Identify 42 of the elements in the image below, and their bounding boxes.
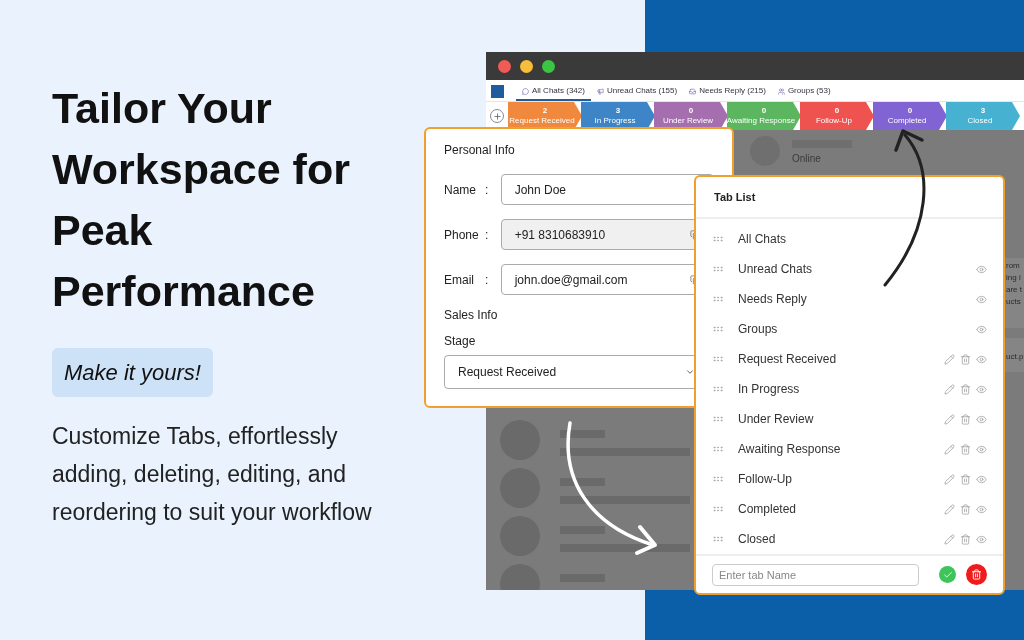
tab-name: Unread Chats <box>738 261 814 278</box>
tab-name: Request Received <box>738 351 838 368</box>
tab-list-item[interactable]: Follow-Up <box>696 464 1003 494</box>
field-label: Name <box>444 181 477 199</box>
tab-name: Awaiting Response <box>738 441 842 458</box>
tab-name: Under Review <box>738 411 815 428</box>
chat-status: Online <box>792 152 821 166</box>
stage-tab[interactable]: 3 In Progress <box>581 102 655 130</box>
description: Customize Tabs, effortlessly adding, deleting, editing, and reordering to suit your workflow <box>52 422 373 527</box>
section-title: Personal Info <box>444 142 516 159</box>
section-title: Sales Info <box>444 307 499 324</box>
colon: : <box>484 181 490 199</box>
tab-name: Groups <box>738 321 779 338</box>
stage-tab[interactable]: 0 Completed <box>873 102 947 130</box>
chat-tab[interactable]: Unread Chats (155) <box>590 85 684 101</box>
field-label: Stage <box>444 333 477 350</box>
tab-list-item[interactable]: Awaiting Response <box>696 434 1003 464</box>
tab-name: Closed <box>738 531 777 548</box>
tab-list-item[interactable]: Completed <box>696 494 1003 524</box>
tab-list-item[interactable]: Under Review <box>696 404 1003 434</box>
chat-tab[interactable]: Needs Reply (215) <box>683 85 772 101</box>
headline: Tailor Your Workspace for Peak Performance <box>52 83 351 317</box>
tab-name: Needs Reply <box>738 291 808 308</box>
tab-name: All Chats <box>738 231 788 248</box>
message-text: rom <box>1006 260 1021 272</box>
message-text: are t <box>1006 284 1023 296</box>
colon: : <box>484 226 490 244</box>
tab-name-field[interactable]: Enter tab Name <box>712 563 919 586</box>
tab-list-item[interactable]: Groups <box>696 314 1003 344</box>
colon: : <box>484 271 490 289</box>
tab-name: Follow-Up <box>738 471 793 488</box>
field-label: Phone <box>444 226 480 244</box>
tab-name: In Progress <box>738 381 801 398</box>
chat-tab[interactable]: Groups (53) <box>771 85 837 101</box>
attachment-name: uct.p <box>1006 352 1024 361</box>
tagline-badge: Make it yours! <box>52 348 213 397</box>
message-text: ucts <box>1006 296 1022 308</box>
field-label: Email <box>444 271 475 289</box>
card-title: Tab List <box>714 189 756 205</box>
tab-name: Completed <box>738 501 798 518</box>
stage-tab[interactable]: 0 Under Review <box>654 102 728 130</box>
tab-list-item[interactable]: Closed <box>696 524 1003 554</box>
